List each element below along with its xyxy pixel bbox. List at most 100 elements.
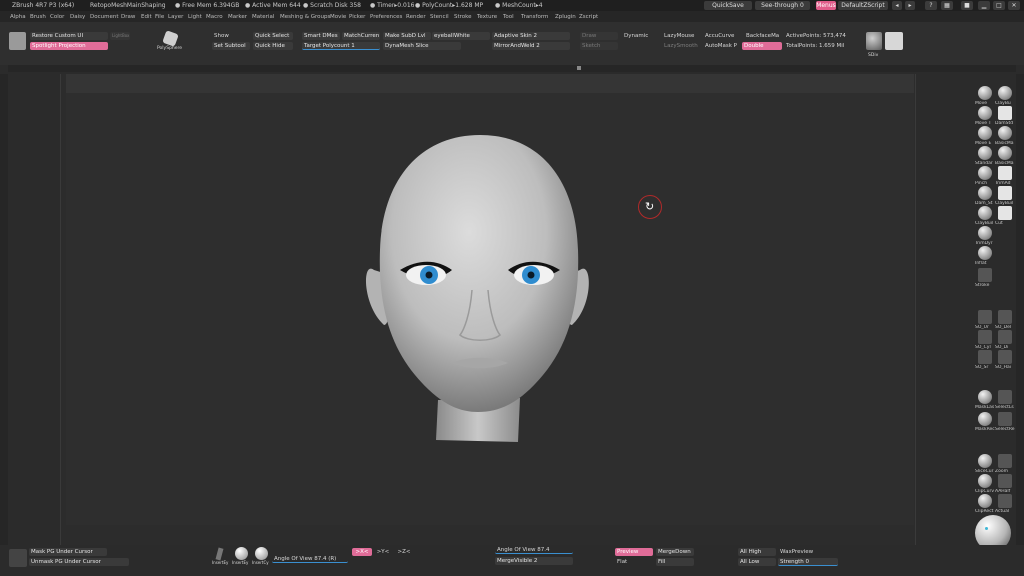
merge-visible-button[interactable]: MergeVisible 2 [495, 557, 573, 565]
menu-render[interactable]: Render [406, 14, 426, 20]
select-lasso[interactable]: SelectLs [995, 390, 1015, 412]
fill-button[interactable]: Fill [656, 558, 694, 566]
see-through-slider[interactable]: See-through 0 [755, 1, 810, 10]
tool-so-hai[interactable]: SO_Hai [995, 350, 1015, 372]
menu-transform[interactable]: Transform [521, 14, 548, 20]
double-button[interactable]: Double [742, 42, 782, 50]
brush-damstd[interactable]: Dam_St [975, 186, 995, 208]
clip-curve[interactable]: ClipCurv [975, 474, 995, 496]
stroke-button[interactable]: Stroke [975, 268, 995, 290]
zoom-button[interactable]: Zoom [995, 454, 1015, 476]
menu-stencil[interactable]: Stencil [430, 14, 449, 20]
brush-flat-cut[interactable]: Cut [995, 206, 1015, 228]
menu-draw[interactable]: Draw [121, 14, 135, 20]
eyeball-white-button[interactable]: eyeballWhite [432, 32, 490, 40]
all-high-button[interactable]: All High [738, 548, 776, 556]
all-low-button[interactable]: All Low [738, 558, 776, 566]
quick-select-button[interactable]: Quick Select [253, 32, 293, 40]
spotlight-projection-button[interactable]: Spotlight Projection [30, 42, 108, 50]
sketch-button[interactable]: Sketch [580, 42, 618, 50]
preview-button[interactable]: Preview [615, 548, 653, 556]
brush-inflate[interactable]: Inflat [975, 246, 995, 268]
angle-of-view-right-slider[interactable]: Angle Of View 87.4 [495, 546, 573, 554]
menu-layer[interactable]: Layer [168, 14, 183, 20]
brush-claybuildup[interactable]: ClayBu [995, 86, 1015, 108]
brush-damstandard[interactable]: DamStd [995, 106, 1015, 128]
menu-file[interactable]: File [155, 14, 164, 20]
quicksave-button[interactable]: QuickSave [704, 1, 752, 10]
actual-button[interactable]: Actual [995, 494, 1015, 516]
tool-so-ur[interactable]: SO_Ur [975, 310, 995, 332]
accucurve-button[interactable]: AccuCurve [703, 32, 741, 40]
close-icon[interactable]: ✕ [1008, 1, 1020, 10]
menu-picker[interactable]: Picker [349, 14, 365, 20]
menu-brush[interactable]: Brush [30, 14, 46, 20]
tool-so-del[interactable]: SO_Del [995, 310, 1015, 332]
tool-so-di[interactable]: SO_Di [995, 330, 1015, 352]
menu-alpha[interactable]: Alpha [10, 14, 26, 20]
brush-pinch[interactable]: Pinch [975, 166, 995, 188]
brush-claybuild[interactable]: ClayBuil [995, 186, 1015, 208]
default-zscript-button[interactable]: DefaultZScript [838, 1, 888, 10]
tool-so-cyl[interactable]: SO_Cyl [975, 330, 995, 352]
arrow-right-icon[interactable]: ▸ [905, 1, 915, 10]
polyframe-icon[interactable] [9, 549, 27, 567]
adaptive-skin-button[interactable]: Adaptive Skin 2 [492, 32, 570, 40]
menu-texture[interactable]: Texture [477, 14, 497, 20]
brush-claybuild2[interactable]: ClayBuil [975, 206, 995, 228]
menu-edit[interactable]: Edit [141, 14, 152, 20]
menus-button[interactable]: Menus [816, 1, 836, 10]
left-tray[interactable] [0, 74, 8, 545]
x-symmetry-button[interactable]: >X< [352, 548, 372, 556]
strength-slider[interactable]: Strength 0 [778, 558, 838, 566]
menu-zscript[interactable]: Zscript [579, 14, 598, 20]
brush-trimadaptive[interactable]: TrimAd [995, 166, 1015, 188]
y-symmetry-button[interactable]: >Y< [373, 548, 393, 556]
brush-move-topological[interactable]: Move T [975, 106, 995, 128]
strip-handle[interactable] [577, 66, 581, 70]
wax-preview-button[interactable]: WaxPreview [778, 548, 828, 556]
select-rect[interactable]: SelectRe [995, 412, 1015, 434]
brush-basicmaterial2[interactable]: BasicMa [995, 146, 1015, 168]
mask-rect[interactable]: MaskRec [975, 412, 995, 434]
merge-down-button[interactable]: MergeDown [656, 548, 694, 556]
material-swatch[interactable] [866, 32, 882, 50]
show-button[interactable]: Show [212, 32, 250, 40]
dynamesh-slice-button[interactable]: DynaMesh Slice [383, 42, 461, 50]
quick-hide-button[interactable]: Quick Hide [253, 42, 293, 50]
lock-icon[interactable]: ■ [961, 1, 973, 10]
head-sculpt[interactable] [360, 130, 600, 450]
maximize-icon[interactable]: □ [993, 1, 1005, 10]
menu-movie[interactable]: Movie [330, 14, 346, 20]
unmask-pg-under-cursor-button[interactable]: Unmask PG Under Cursor [29, 558, 129, 566]
set-subtool-button[interactable]: Set Subtool [212, 42, 250, 50]
angle-of-view-left-slider[interactable]: Angle Of View 87.4 (R) [272, 555, 348, 563]
menu-material[interactable]: Material [252, 14, 274, 20]
mask-lasso[interactable]: MaskLas [975, 390, 995, 412]
lazymouse-button[interactable]: LazyMouse [662, 32, 700, 40]
mask-pg-under-cursor-button[interactable]: Mask PG Under Cursor [29, 548, 107, 556]
color-swatch[interactable] [9, 32, 26, 50]
z-symmetry-button[interactable]: >Z< [394, 548, 414, 556]
draw-button[interactable]: Draw [580, 32, 618, 40]
help-icon[interactable]: ? [925, 1, 937, 10]
menu-meshing-groups[interactable]: Meshing & Groups [280, 14, 330, 20]
aahalf-button[interactable]: AAHalf [995, 474, 1015, 496]
match-current-button[interactable]: MatchCurren [342, 32, 380, 40]
menu-preferences[interactable]: Preferences [370, 14, 402, 20]
automask-button[interactable]: AutoMask P [703, 42, 741, 50]
brush-standard[interactable]: Standar [975, 146, 995, 168]
make-subd-lvl-button[interactable]: Make SubD Lvl [383, 32, 431, 40]
minimize-icon[interactable]: ▁ [978, 1, 990, 10]
lazysmooth-slider[interactable]: LazySmooth [662, 42, 700, 50]
dynamic-button[interactable]: Dynamic [622, 32, 657, 40]
tool-so-sr[interactable]: SO_Sr [975, 350, 995, 372]
mirror-and-weld-button[interactable]: MirrorAndWeld 2 [492, 42, 570, 50]
layout-icon[interactable]: ▦ [941, 1, 953, 10]
target-polycount-slider[interactable]: Target Polycount 1 [302, 42, 380, 50]
menu-macro[interactable]: Macro [206, 14, 223, 20]
flat-button[interactable]: Flat [615, 558, 653, 566]
menu-zplugin[interactable]: Zplugin [555, 14, 576, 20]
main-color-swatch[interactable] [885, 32, 903, 50]
slice-curve[interactable]: SliceCur [975, 454, 995, 476]
